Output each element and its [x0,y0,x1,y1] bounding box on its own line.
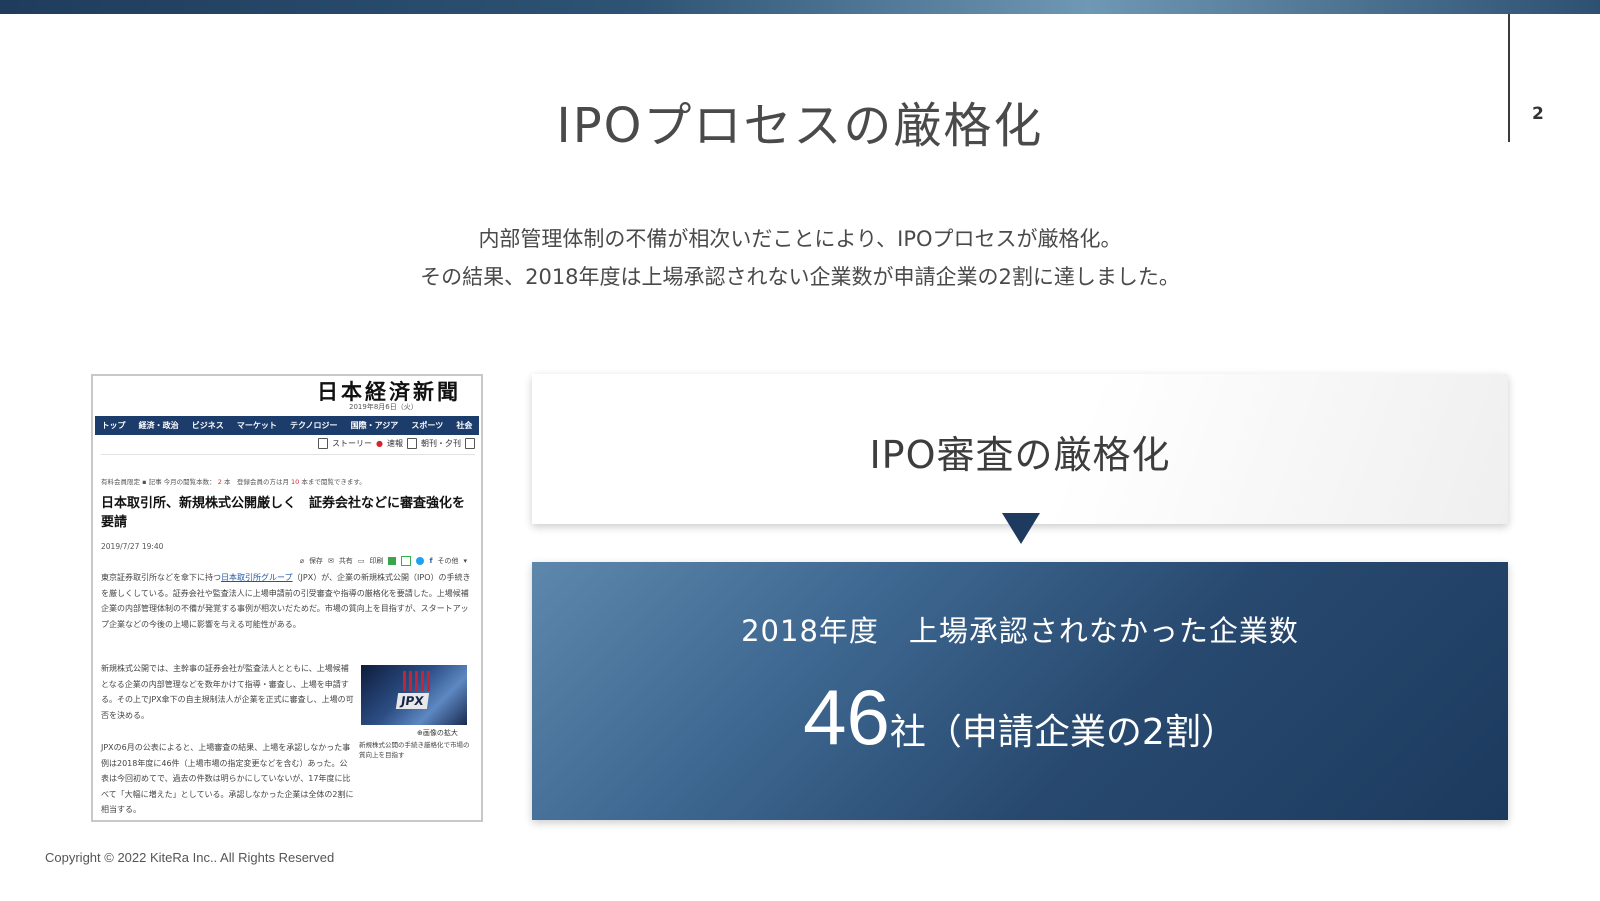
newspaper-paragraph-1: 東京証券取引所などを傘下に持つ日本取引所グループ（JPX）が、企業の新規株式公開… [101,570,473,632]
save-label: 保存 [308,557,323,565]
edition-icon [407,438,417,449]
newspaper-paragraph-2: 新規株式公開では、主幹事の証券会社が監査法人とともに、上場候補となる企業の内部管… [101,664,354,720]
result-card: 2018年度 上場承認されなかった企業数 46社（申請企業の2割） [532,562,1508,820]
printer-icon: ▭ [357,557,365,565]
slide-title: IPOプロセスの厳格化 [556,98,1044,154]
result-value: 46社（申請企業の2割） [532,672,1508,763]
news-flash-icon: ● [376,439,383,448]
jpx-link: 日本取引所グループ [221,573,293,582]
photo-caption: 新規株式公開の手続き厳格化で市場の質向上を目指す [359,741,470,759]
news-label: 速報 [387,439,403,448]
newspaper-timestamp: 2019/7/27 19:40 [101,542,164,551]
evernote-icon [388,557,397,565]
story-icon [318,438,329,449]
newspaper-nav: トップ 経済・政治 ビジネス マーケット テクノロジー 国際・アジア スポーツ … [95,416,479,435]
jpx-logo: JPX [395,693,429,709]
top-accent-bar [0,0,1600,14]
newspaper-nav-item: 国際・アジア [350,421,399,430]
photo-zoom: ⊕画像の拡大 [417,728,458,738]
newspaper-clipping: 日本経済新聞 2019年8月6日（火） トップ 経済・政治 ビジネス マーケット… [91,374,483,822]
newspaper-share-bar: ⌀ 保存 ✉ 共有 ▭ 印刷 f その他 ▾ [300,556,467,566]
newspaper-nav-item: ビジネス [191,421,224,430]
facebook-icon: f [429,557,433,565]
newspaper-nav-item: 社会 [456,421,473,430]
newspaper-paragraph-3: JPXの6月の公表によると、上場審査の結果、上場を承認しなかった事例は2018年… [101,743,354,814]
newspaper-nav-item: スポーツ [411,421,444,430]
newspaper-nav-item: 経済・政治 [138,421,179,430]
twitter-icon [416,557,425,565]
newspaper-nav-item: マーケット [236,421,277,430]
p1-text: 東京証券取引所などを傘下に持つ [101,573,221,582]
result-unit: 社（申請企業の2割） [889,712,1237,753]
edit-icon [465,438,475,449]
lead-line-1: 内部管理体制の不備が相次いだことにより、IPOプロセスが厳格化。 [478,227,1122,251]
print-label: 印刷 [369,557,384,565]
review-card: IPO審査の厳格化 [532,374,1508,524]
lead-text: 内部管理体制の不備が相次いだことにより、IPOプロセスが厳格化。 その結果、20… [0,220,1600,296]
photo-decoration [403,671,431,691]
edition-label: 朝刊・夕刊 [421,439,461,448]
member-mid: 本 登録会員の方は月 [223,478,289,486]
story-label: ストーリー [332,439,373,448]
result-number: 46 [803,673,890,761]
share-label: 共有 [338,557,353,565]
newspaper-headline: 日本取引所、新規株式公開厳しく 証券会社などに審査強化を要請 [101,496,466,530]
newspaper-date: 2019年8月6日（火） [349,403,418,411]
review-card-title: IPO審査の厳格化 [869,433,1171,477]
paperclip-icon: ⌀ [299,557,304,565]
newspaper-member-notice: 有料会員限定 ▪ 記事 今月の閲覧本数： 2 本 登録会員の方は月 10 本まで… [101,476,366,486]
newspaper-divider [101,454,475,455]
result-label: 2018年度 上場承認されなかった企業数 [741,614,1299,648]
jpx-photo: JPX [361,665,467,725]
lead-line-2: その結果、2018年度は上場承認されない企業数が申請企業の2割に達しました。 [420,265,1180,289]
copyright: Copyright © 2022 KiteRa Inc.. All Rights… [45,850,335,865]
other-label: その他 [437,557,459,565]
member-suffix: 本まで閲覧できます。 [301,478,366,486]
member-prefix: 有料会員限定 [101,478,140,486]
mail-icon: ✉ [327,557,334,565]
lock-icon: ▪ [142,478,147,486]
member-limit: 10 [291,478,300,486]
chevron-down-icon: ▾ [463,557,467,565]
member-count: 2 [217,478,222,486]
newspaper-tools: ストーリー ● 速報 朝刊・夕刊 [318,438,475,449]
photo-zoom-label: 画像の拡大 [422,729,458,737]
clip-icon [401,556,412,566]
member-article: 記事 今月の閲覧本数： [148,478,216,486]
arrow-down-icon [1002,513,1040,544]
newspaper-nav-item: トップ [101,421,126,430]
newspaper-nav-item: テクノロジー [289,421,338,430]
